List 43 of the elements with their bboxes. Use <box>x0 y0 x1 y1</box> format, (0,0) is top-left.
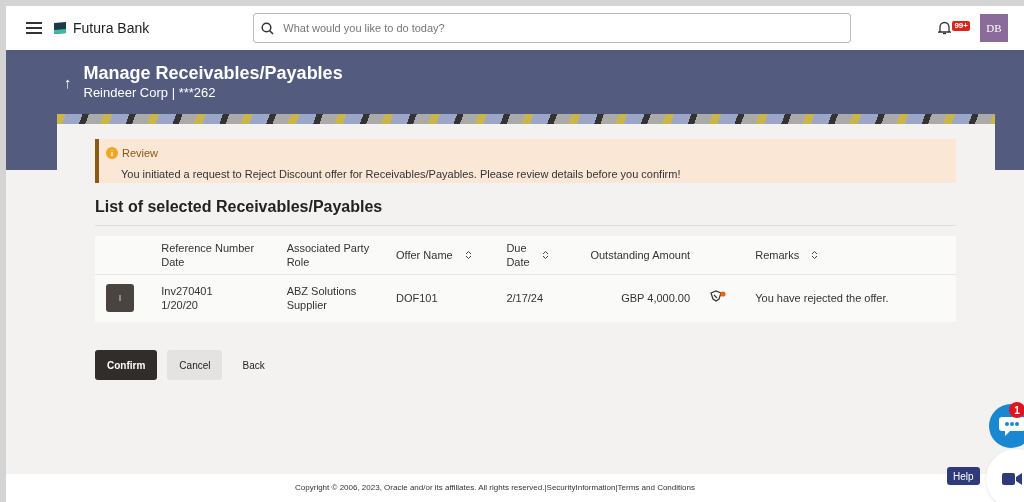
table-cell-text: ABZ Solutions Supplier <box>286 284 358 313</box>
column-header: Associated Party Role <box>286 241 370 270</box>
footer-separator: | <box>615 482 618 494</box>
column-header: Reference Number Date <box>161 241 255 270</box>
review-title: Review <box>122 146 159 161</box>
back-arrow[interactable]: ↑ <box>64 72 72 95</box>
chat-bubble-icon <box>999 415 1024 437</box>
help-button[interactable]: Help <box>947 467 980 485</box>
column-header: Outstanding Amount <box>590 247 691 262</box>
page-subtitle: Reindeer Corp | ***262 <box>83 84 217 102</box>
copyright-text: Copyright © 2006, 2023, Oracle and/or its affiliates. All rights reserved. <box>295 482 545 494</box>
search-icon <box>261 22 275 35</box>
logo-icon <box>53 21 67 35</box>
section-title: List of selected Receivables/Payables <box>95 197 384 217</box>
table-cell: 2/17/24 <box>506 292 544 304</box>
back-link[interactable]: Back <box>232 350 275 380</box>
footer-link[interactable]: SecurityInformation <box>546 482 616 494</box>
sort-icon[interactable] <box>811 249 819 260</box>
table-cell: You have rejected the offer. <box>755 292 889 304</box>
discount-tag-icon[interactable] <box>710 290 727 302</box>
footer-link[interactable]: Terms and Conditions <box>617 482 695 494</box>
column-header: Offer Name <box>396 247 453 262</box>
confirm-button[interactable]: Confirm <box>95 350 158 380</box>
page-title: Manage Receivables/Payables <box>83 62 343 84</box>
footer-separator: | <box>544 482 547 494</box>
brand-name[interactable]: Futura Bank <box>73 17 150 39</box>
video-camera-icon <box>1002 471 1022 487</box>
notification-badge: 99+ <box>952 20 970 31</box>
document-thumbnail[interactable]: I <box>106 284 134 313</box>
table-cell: DOF101 <box>396 292 438 304</box>
review-message: You initiated a request to Reject Discount offer for Receivables/Payables. Please review details before you confirm! <box>121 166 682 182</box>
table-cell: GBP 4,000.00 <box>621 292 691 304</box>
sort-icon[interactable] <box>464 249 472 260</box>
search-field[interactable]: What would you like to do today? <box>253 13 852 43</box>
column-header: Due Date <box>506 241 530 270</box>
column-header: Remarks <box>755 247 800 262</box>
table-cell-text: Inv270401 1/20/20 <box>161 284 214 313</box>
cancel-button[interactable]: Cancel <box>167 350 223 380</box>
sort-icon[interactable] <box>541 250 549 261</box>
menu-icon[interactable] <box>26 22 42 34</box>
bell-icon[interactable] <box>938 21 952 35</box>
user-avatar[interactable]: DB <box>980 14 1008 42</box>
info-icon <box>106 147 118 160</box>
